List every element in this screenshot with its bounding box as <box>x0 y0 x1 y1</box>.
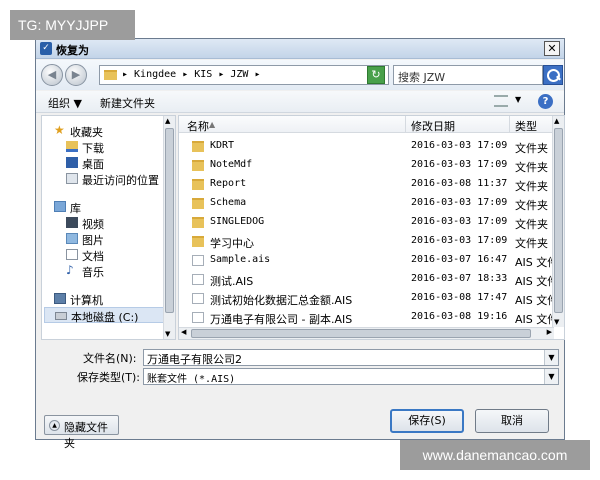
watermark: www.danemancao.com <box>400 440 590 470</box>
file-icon <box>192 312 204 323</box>
command-toolbar: 组织 ▼ 新建文件夹 ▼ ? <box>36 91 564 113</box>
column-divider[interactable] <box>509 116 510 133</box>
file-list-hscrollbar[interactable]: ◀ ▶ <box>179 327 554 339</box>
file-row[interactable]: 测试初始化数据汇总金额.AIS 2016-03-08 17:47 AIS 文件 <box>179 289 558 308</box>
nav-item-recent[interactable]: 最近访问的位置 <box>42 171 165 187</box>
scroll-left-icon[interactable]: ◀ <box>181 328 186 336</box>
navigation-pane: ★ 收藏夹 下载 桌面 最近访问的位置 库 视频 图片 文档 ♪ 音乐 计算机 … <box>41 115 176 340</box>
back-button[interactable]: ◀ <box>41 64 63 86</box>
dialog-title: 恢复为 <box>56 44 89 57</box>
tag-label: TG: MYYJJPP <box>10 10 135 40</box>
new-folder-button[interactable]: 新建文件夹 <box>100 95 155 111</box>
file-row[interactable]: NoteMdf 2016-03-03 17:09 文件夹 <box>179 156 554 175</box>
search-placeholder: 搜索 JZW <box>398 71 446 84</box>
scroll-down-icon[interactable]: ▼ <box>554 318 559 326</box>
scroll-up-icon[interactable]: ▲ <box>165 117 170 125</box>
chevron-down-icon[interactable]: ▼ <box>544 369 558 384</box>
organize-menu[interactable]: 组织 ▼ <box>48 95 82 111</box>
column-name[interactable]: 名称 <box>187 118 209 134</box>
column-divider[interactable] <box>405 116 406 133</box>
file-list-hscroll-thumb[interactable] <box>191 329 531 338</box>
file-row[interactable]: 测试.AIS 2016-03-07 18:33 AIS 文件 <box>179 270 558 289</box>
library-icon <box>54 201 66 212</box>
nav-item-music[interactable]: ♪ 音乐 <box>42 263 165 279</box>
help-icon[interactable]: ? <box>538 94 553 109</box>
recent-places-icon <box>66 173 78 184</box>
document-icon <box>66 249 78 260</box>
column-modified[interactable]: 修改日期 <box>411 118 455 134</box>
file-row[interactable]: KDRT 2016-03-03 17:09 文件夹 <box>179 137 554 156</box>
file-list-vscrollbar[interactable]: ▲ ▼ <box>552 116 564 327</box>
nav-item-libraries[interactable]: 库 <box>42 199 165 215</box>
save-as-dialog: ✓ 恢复为 ✕ ◀ ▶ ▸ Kingdee ▸ KIS ▸ JZW ▸ ▼ ↻ … <box>35 38 565 450</box>
file-row[interactable]: 学习中心 2016-03-03 17:09 文件夹 <box>179 232 554 251</box>
folder-icon <box>192 198 204 209</box>
refresh-button[interactable]: ↻ <box>367 66 385 84</box>
file-icon <box>192 255 204 266</box>
cancel-button[interactable]: 取消 <box>475 409 549 433</box>
desktop-icon <box>66 157 78 168</box>
close-button[interactable]: ✕ <box>544 41 560 56</box>
file-list-header: 名称 ▲ 修改日期 类型 <box>179 116 554 133</box>
save-button[interactable]: 保存(S) <box>390 409 464 433</box>
nav-item-computer[interactable]: 计算机 <box>42 291 165 307</box>
nav-scroll-thumb[interactable] <box>165 128 174 313</box>
view-options-icon[interactable] <box>494 95 508 107</box>
title-bar: ✓ 恢复为 ✕ <box>36 39 564 59</box>
nav-item-videos[interactable]: 视频 <box>42 215 165 231</box>
drive-icon <box>55 312 67 320</box>
picture-icon <box>66 233 78 244</box>
filename-value: 万通电子有限公司2 <box>147 353 242 366</box>
folder-icon <box>104 70 117 80</box>
file-row[interactable]: Report 2016-03-08 11:37 文件夹 <box>179 175 554 194</box>
hide-folders-button[interactable]: ▲ 隐藏文件夹 <box>44 415 119 450</box>
scroll-right-icon[interactable]: ▶ <box>547 328 552 336</box>
folder-icon <box>192 160 204 171</box>
folder-icon <box>192 217 204 228</box>
nav-scrollbar[interactable]: ▲ ▼ <box>163 116 175 339</box>
navigation-bar: ◀ ▶ ▸ Kingdee ▸ KIS ▸ JZW ▸ ▼ ↻ 搜索 JZW <box>36 60 564 90</box>
file-row[interactable]: Sample.ais 2016-03-07 16:47 AIS 文件 <box>179 251 558 270</box>
file-row[interactable]: Schema 2016-03-03 17:09 文件夹 <box>179 194 554 213</box>
chevron-down-icon[interactable]: ▼ <box>515 95 521 104</box>
chevron-down-icon[interactable]: ▼ <box>544 350 558 365</box>
video-icon <box>66 217 78 228</box>
app-icon: ✓ <box>40 42 52 55</box>
address-bar[interactable]: ▸ Kingdee ▸ KIS ▸ JZW ▸ ▼ <box>99 65 389 85</box>
file-row[interactable]: 万通电子有限公司 - 副本.AIS 2016-03-08 19:16 AIS 文… <box>179 308 558 327</box>
nav-item-downloads[interactable]: 下载 <box>42 139 165 155</box>
file-list: 名称 ▲ 修改日期 类型 KDRT 2016-03-03 17:09 文件夹 N… <box>178 115 565 340</box>
search-icon[interactable] <box>543 65 563 85</box>
column-type[interactable]: 类型 <box>515 118 537 134</box>
chevron-up-icon: ▲ <box>49 420 60 431</box>
search-input[interactable]: 搜索 JZW <box>393 65 543 85</box>
scroll-up-icon[interactable]: ▲ <box>554 117 559 125</box>
forward-button[interactable]: ▶ <box>65 64 87 86</box>
nav-item-desktop[interactable]: 桌面 <box>42 155 165 171</box>
nav-item-pictures[interactable]: 图片 <box>42 231 165 247</box>
filetype-label: 保存类型(T): <box>77 371 141 384</box>
folder-icon <box>192 236 204 247</box>
filetype-select[interactable]: 账套文件 (*.AIS) ▼ <box>143 368 559 385</box>
star-icon: ★ <box>54 123 65 137</box>
sort-up-icon: ▲ <box>209 120 216 129</box>
nav-item-favorites[interactable]: ★ 收藏夹 <box>42 123 165 139</box>
file-row[interactable]: SINGLEDOG 2016-03-03 17:09 文件夹 <box>179 213 554 232</box>
music-icon: ♪ <box>66 263 74 277</box>
folder-icon <box>192 179 204 190</box>
file-icon <box>192 293 204 304</box>
nav-item-documents[interactable]: 文档 <box>42 247 165 263</box>
download-folder-icon <box>66 141 78 152</box>
breadcrumb[interactable]: ▸ Kingdee ▸ KIS ▸ JZW ▸ <box>122 69 260 80</box>
filetype-value: 账套文件 (*.AIS) <box>147 374 236 385</box>
nav-item-local-disk[interactable]: 本地磁盘 (C:) <box>44 307 164 324</box>
filename-label: 文件名(N): <box>83 352 137 365</box>
file-icon <box>192 274 204 285</box>
scroll-down-icon[interactable]: ▼ <box>165 330 170 338</box>
file-list-vscroll-thumb[interactable] <box>554 128 563 313</box>
folder-icon <box>192 141 204 152</box>
computer-icon <box>54 293 66 304</box>
filename-field[interactable]: 万通电子有限公司2 ▼ <box>143 349 559 366</box>
